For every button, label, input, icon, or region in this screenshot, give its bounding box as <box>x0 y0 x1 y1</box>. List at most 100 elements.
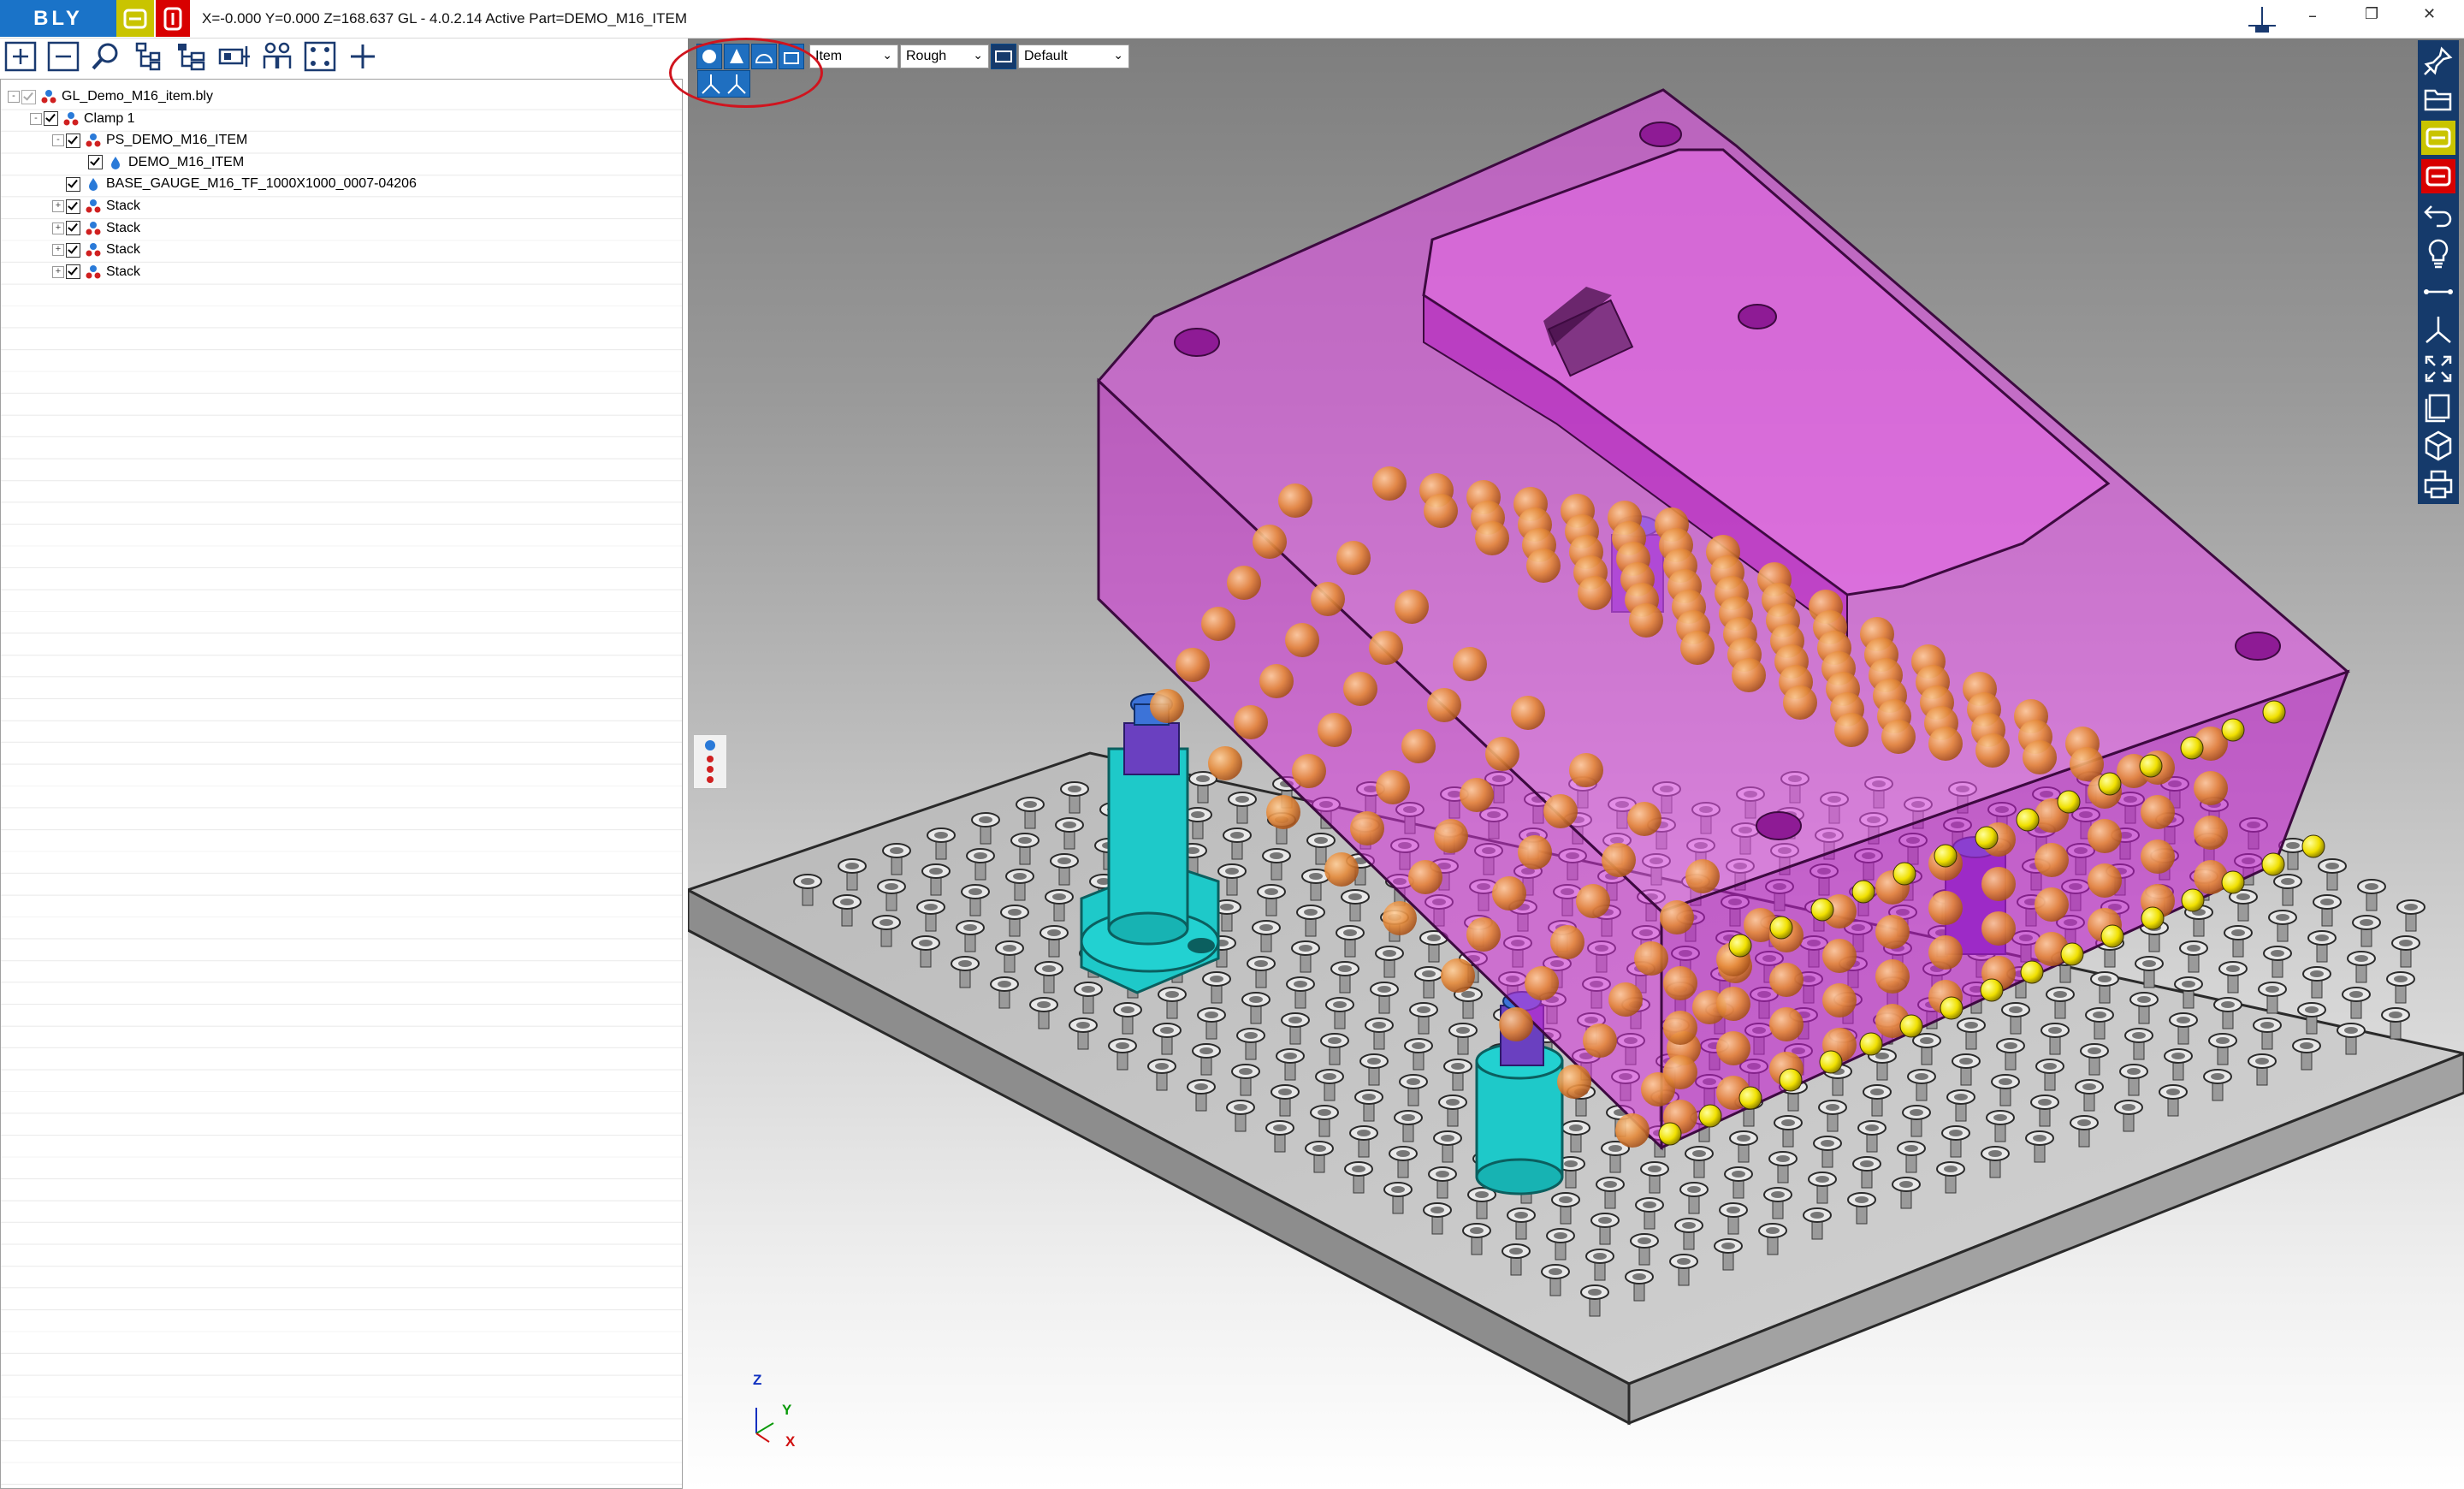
expand-icon[interactable]: + <box>52 244 64 257</box>
bly-red-logo-icon[interactable] <box>156 0 190 37</box>
locator-pin <box>2261 852 2285 876</box>
bly-red-icon[interactable] <box>2421 159 2455 193</box>
locator-pin <box>2098 772 2122 796</box>
locator-pin <box>1698 1104 1722 1128</box>
expand-icon[interactable]: + <box>52 200 64 212</box>
visibility-checkbox[interactable] <box>66 221 80 236</box>
tree-item[interactable]: - PS_DEMO_M16_ITEM <box>52 130 247 151</box>
collapse-icon[interactable]: - <box>8 91 20 103</box>
bly-yellow-logo-icon[interactable] <box>116 0 154 37</box>
tree-item[interactable]: + Stack <box>52 218 140 239</box>
assembly-tree-panel[interactable]: - GL_Demo_M16_item.bly - Clamp 1 - PS_DEMO_M1… <box>0 79 683 1489</box>
style-select[interactable]: Default ⌄ <box>1018 44 1129 68</box>
contact-ball <box>1569 753 1603 787</box>
contact-ball <box>1769 1007 1804 1041</box>
tree-item[interactable]: - GL_Demo_M16_item.bly <box>8 86 213 107</box>
visibility-checkbox[interactable] <box>66 199 80 214</box>
snap-icon[interactable] <box>2245 3 2279 36</box>
collapse-all-icon[interactable] <box>46 41 80 72</box>
axis-icon[interactable] <box>2421 313 2455 347</box>
visibility-checkbox[interactable] <box>44 111 58 127</box>
contact-ball <box>1769 963 1804 997</box>
contact-ball <box>1663 1011 1697 1045</box>
axis-y-label: Y <box>782 1402 792 1418</box>
tree-item[interactable]: + Stack <box>52 240 140 260</box>
tree-item-label: Clamp 1 <box>84 110 135 126</box>
visibility-checkbox[interactable] <box>88 155 103 170</box>
tree-item[interactable]: + Stack <box>52 262 140 282</box>
tree-item[interactable]: + Stack <box>52 196 140 217</box>
layers-icon[interactable] <box>2421 390 2455 424</box>
visibility-checkbox[interactable] <box>66 133 80 148</box>
view-cube-icon[interactable] <box>2421 429 2455 463</box>
search-icon[interactable] <box>89 41 123 72</box>
contact-ball <box>1822 939 1857 973</box>
plate-hole <box>2342 987 2371 1019</box>
contact-ball <box>1783 685 1817 720</box>
tree-item[interactable]: - Clamp 1 <box>30 109 135 129</box>
contact-ball <box>1680 631 1715 665</box>
contact-ball <box>1492 876 1526 911</box>
close-button[interactable]: ✕ <box>2423 5 2436 23</box>
expand-icon[interactable]: + <box>52 265 64 278</box>
restore-button[interactable]: ❐ <box>2365 5 2378 23</box>
plate-hole <box>2307 930 2337 963</box>
locator-pin <box>1892 862 1916 886</box>
plate-hole <box>2381 1007 2410 1040</box>
locator-pin <box>1769 916 1793 940</box>
contact-ball <box>1427 688 1461 722</box>
minimize-button[interactable]: – <box>2308 5 2317 26</box>
quality-select[interactable]: Rough ⌄ <box>900 44 989 68</box>
undo-icon[interactable] <box>2421 198 2455 232</box>
visibility-checkbox[interactable] <box>66 242 80 258</box>
assembly-icon <box>41 90 56 104</box>
locator-pin <box>1859 1032 1883 1056</box>
fit-all-icon[interactable] <box>2421 352 2455 386</box>
plate-hole <box>2273 874 2302 906</box>
expand-icon[interactable]: + <box>52 222 64 234</box>
add-icon[interactable] <box>346 41 380 72</box>
contact-ball <box>1201 607 1235 641</box>
contact-ball <box>1663 1055 1697 1089</box>
expand-all-icon[interactable] <box>3 41 38 72</box>
visibility-checkbox[interactable] <box>21 89 36 104</box>
contact-ball <box>1928 727 1963 761</box>
bly-yellow-icon[interactable] <box>2421 121 2455 155</box>
contact-ball <box>1336 541 1371 575</box>
people-icon[interactable] <box>260 41 294 72</box>
print-icon[interactable] <box>2421 467 2455 501</box>
plate-hole <box>2218 961 2248 994</box>
pin-icon[interactable] <box>2421 44 2455 78</box>
tree-item[interactable]: BASE_GAUGE_M16_TF_1000X1000_0007-04206 <box>52 174 417 194</box>
contact-ball <box>1578 576 1612 610</box>
open-folder-icon[interactable] <box>2421 82 2455 116</box>
tree-structure-icon[interactable] <box>132 41 166 72</box>
side-dock-icon[interactable] <box>693 734 727 789</box>
contact-ball <box>1525 966 1559 1000</box>
locator-pin <box>2221 870 2245 894</box>
contact-ball <box>1583 1023 1617 1058</box>
locator-pin <box>2221 718 2245 742</box>
measure-icon[interactable] <box>2421 275 2455 309</box>
visibility-checkbox[interactable] <box>66 264 80 280</box>
locator-pin <box>2100 924 2124 948</box>
unit-select[interactable]: Item ⌄ <box>809 44 898 68</box>
display-mode-icon[interactable] <box>991 44 1016 69</box>
tree-item[interactable]: DEMO_M16_ITEM <box>74 152 244 173</box>
visibility-checkbox[interactable] <box>66 176 80 192</box>
collapse-icon[interactable]: - <box>52 134 64 147</box>
contact-ball <box>1634 941 1668 976</box>
fit-view-icon[interactable] <box>303 41 337 72</box>
contact-ball <box>1499 1007 1533 1041</box>
locator-pin <box>1940 996 1964 1020</box>
contact-ball <box>1150 689 1184 723</box>
plate-hole <box>2302 966 2331 999</box>
contact-ball <box>1401 729 1436 763</box>
locator-pin <box>2141 906 2165 930</box>
3d-viewport[interactable]: Z Y X <box>688 39 2464 1489</box>
collapse-icon[interactable]: - <box>30 112 42 125</box>
lightbulb-icon[interactable] <box>2421 236 2455 270</box>
locator-pin <box>1728 934 1752 958</box>
component-icon[interactable] <box>217 41 252 72</box>
tree-branch-icon[interactable] <box>175 41 209 72</box>
